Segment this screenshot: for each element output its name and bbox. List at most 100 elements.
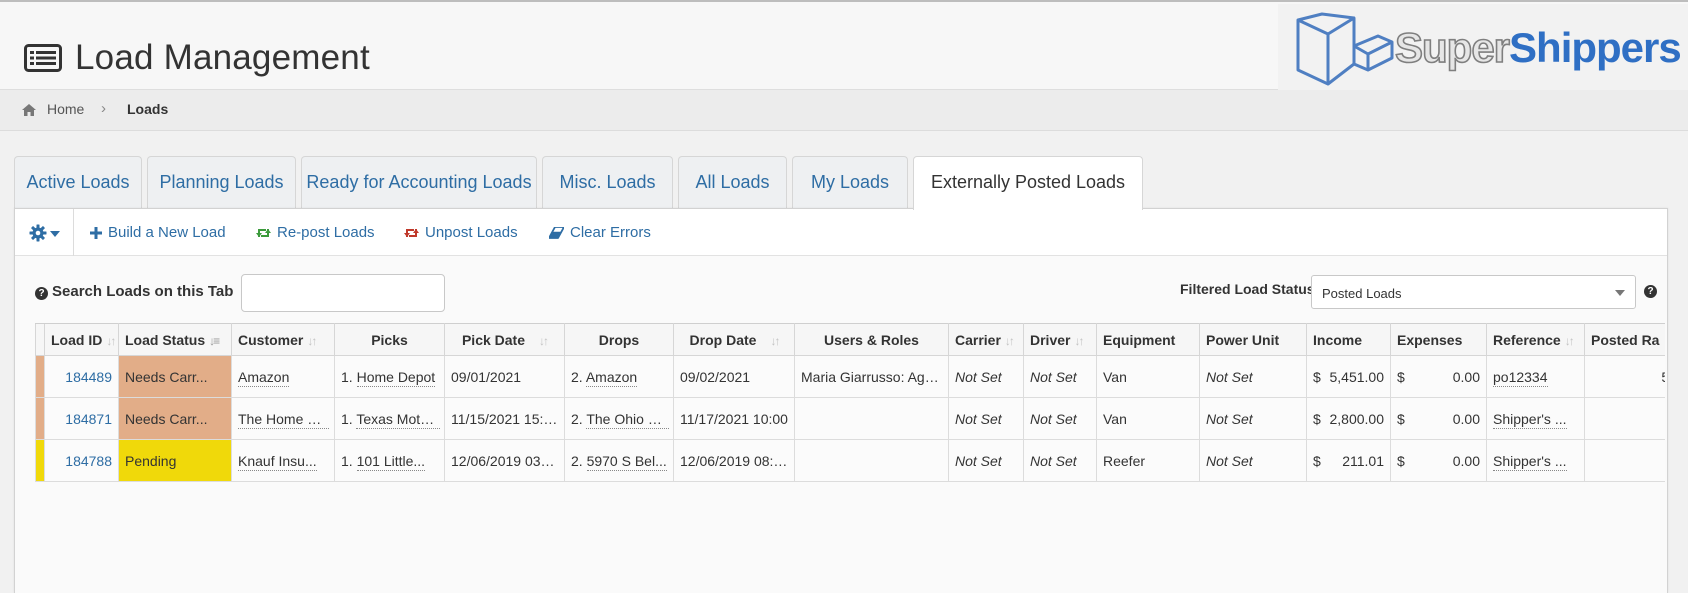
gear-dropdown-button[interactable] — [27, 221, 69, 245]
search-input[interactable] — [241, 274, 445, 312]
load-id-link[interactable]: 184788 — [65, 453, 112, 469]
tab-planning-loads[interactable]: Planning Loads — [147, 156, 296, 209]
plus-icon — [90, 226, 102, 243]
tab-misc-loads[interactable]: Misc. Loads — [542, 156, 673, 209]
power-unit-cell: Not Set — [1199, 439, 1307, 482]
carrier-cell: Not Set — [948, 439, 1024, 482]
column-header-expenses: Expenses — [1390, 323, 1487, 356]
column-header-drop-date[interactable]: Drop Date ↓↑ — [673, 323, 795, 356]
help-icon[interactable]: ? — [1644, 285, 1657, 298]
sort-icon: ↓↑ — [1564, 333, 1575, 348]
table-row[interactable]: 184871 Needs Carr... The Home D... 1. Texas… — [35, 397, 1665, 440]
breadcrumb: Home › Loads — [0, 90, 1688, 131]
column-header-driver[interactable]: Driver ↓↑ — [1023, 323, 1097, 356]
column-header-picks: Picks — [334, 323, 445, 356]
pick-location-link[interactable]: Home Depot — [356, 368, 436, 387]
posted-rate-cell — [1584, 439, 1665, 482]
posted-rate-cell: 50 — [1584, 355, 1665, 398]
tab-my-loads[interactable]: My Loads — [792, 156, 908, 209]
sort-icon: ↓↑ — [539, 333, 549, 348]
column-header-load-id[interactable]: Load ID ↓↑ — [44, 323, 119, 356]
customer-link[interactable]: Amazon — [238, 368, 290, 387]
drop-location-link[interactable]: The Ohio S... — [586, 410, 669, 429]
expenses-cell: $0.00 — [1390, 397, 1487, 440]
table-row[interactable]: 184788 Pending Knauf Insu... 1. 101 Little.… — [35, 439, 1665, 482]
sort-icon: ↓↑ — [1074, 333, 1084, 348]
build-new-load-button[interactable]: Build a New Load — [90, 224, 226, 243]
loads-table: Load ID ↓↑ Load Status ↓≡ Customer ↓↑ Picks… — [35, 323, 1665, 482]
reference-cell: Shipper's ... — [1486, 439, 1585, 482]
page-header: Load Management SuperShippers — [0, 2, 1688, 92]
load-status-cell: Needs Carr... — [118, 397, 232, 440]
column-header-pick-date[interactable]: Pick Date ↓↑ — [444, 323, 565, 356]
load-id-link[interactable]: 184489 — [65, 369, 112, 385]
customer-link[interactable]: The Home D... — [238, 410, 330, 429]
customer-link[interactable]: Knauf Insu... — [238, 452, 317, 471]
load-id-cell: 184788 — [44, 439, 119, 482]
retweet-icon — [256, 226, 271, 243]
driver-cell: Not Set — [1023, 439, 1097, 482]
filtered-load-status-select[interactable]: Posted Loads — [1311, 275, 1636, 309]
retweet-icon — [404, 226, 419, 243]
column-header-customer[interactable]: Customer ↓↑ — [231, 323, 335, 356]
filter-label: Filtered Load Status — [1180, 281, 1315, 297]
column-header-carrier[interactable]: Carrier ↓↑ — [948, 323, 1024, 356]
customer-cell: Amazon — [231, 355, 335, 398]
driver-cell: Not Set — [1023, 397, 1097, 440]
list-icon — [24, 44, 62, 72]
breadcrumb-current: Loads — [127, 101, 169, 117]
drop-date-cell: 11/17/2021 10:00 — [673, 397, 795, 440]
drops-cell: 2. The Ohio S... — [564, 397, 674, 440]
drops-cell: 2. 5970 S Bel... — [564, 439, 674, 482]
users-roles-cell — [794, 439, 949, 482]
column-header-users-roles: Users & Roles — [794, 323, 949, 356]
sort-icon: ↓↑ — [1004, 333, 1015, 348]
row-status-strip — [35, 397, 45, 440]
column-header-posted-rate: Posted Ra — [1584, 323, 1665, 356]
power-unit-cell: Not Set — [1199, 355, 1307, 398]
search-label: ? Search Loads on this Tab — [35, 283, 233, 300]
drop-location-link[interactable]: 5970 S Bel... — [586, 452, 667, 471]
column-header-reference[interactable]: Reference ↓↑ — [1486, 323, 1585, 356]
breadcrumb-home-link[interactable]: Home — [47, 101, 84, 117]
column-header-load-status[interactable]: Load Status ↓≡ — [118, 323, 232, 356]
tab-active-loads[interactable]: Active Loads — [14, 156, 142, 209]
picks-cell: 1. Texas Moto... — [334, 397, 445, 440]
pick-location-link[interactable]: 101 Little... — [356, 452, 426, 471]
column-header-strip — [35, 323, 45, 356]
income-cell: $211.01 — [1306, 439, 1391, 482]
tab-ready-for-accounting-loads[interactable]: Ready for Accounting Loads — [301, 156, 537, 209]
clear-errors-button[interactable]: Clear Errors — [548, 224, 651, 243]
equipment-cell: Reefer — [1096, 439, 1200, 482]
power-unit-cell: Not Set — [1199, 397, 1307, 440]
customer-cell: The Home D... — [231, 397, 335, 440]
drop-date-cell: 09/02/2021 — [673, 355, 795, 398]
reference-cell: Shipper's ... — [1486, 397, 1585, 440]
eraser-icon — [548, 226, 565, 243]
reference-cell: po12334 — [1486, 355, 1585, 398]
drop-location-link[interactable]: Amazon — [585, 368, 638, 387]
tab-all-loads[interactable]: All Loads — [678, 156, 787, 209]
posted-rate-cell — [1584, 397, 1665, 440]
customer-cell: Knauf Insu... — [231, 439, 335, 482]
load-status-cell: Pending — [118, 439, 232, 482]
pick-location-link[interactable]: Texas Moto... — [356, 410, 440, 429]
income-cell: $2,800.00 — [1306, 397, 1391, 440]
table-body: 184489 Needs Carr... Amazon 1. Home Depot 09… — [35, 355, 1665, 482]
load-id-link[interactable]: 184871 — [65, 411, 112, 427]
unpost-loads-button[interactable]: Unpost Loads — [404, 224, 518, 243]
repost-loads-button[interactable]: Re-post Loads — [256, 224, 375, 243]
caret-down-icon — [50, 231, 60, 237]
page-title: Load Management — [75, 38, 370, 77]
carrier-cell: Not Set — [948, 397, 1024, 440]
chevron-right-icon: › — [101, 100, 106, 117]
table-row[interactable]: 184489 Needs Carr... Amazon 1. Home Depot 09… — [35, 355, 1665, 398]
row-status-strip — [35, 439, 45, 482]
pick-date-cell: 09/01/2021 — [444, 355, 565, 398]
row-status-strip — [35, 355, 45, 398]
tab-externally-posted-loads[interactable]: Externally Posted Loads — [913, 156, 1143, 210]
loads-grid: Load ID ↓↑ Load Status ↓≡ Customer ↓↑ Picks… — [35, 323, 1665, 483]
sort-icon: ↓↑ — [770, 333, 780, 348]
income-cell: $5,451.00 — [1306, 355, 1391, 398]
pick-date-cell: 12/06/2019 03:57 — [444, 439, 565, 482]
